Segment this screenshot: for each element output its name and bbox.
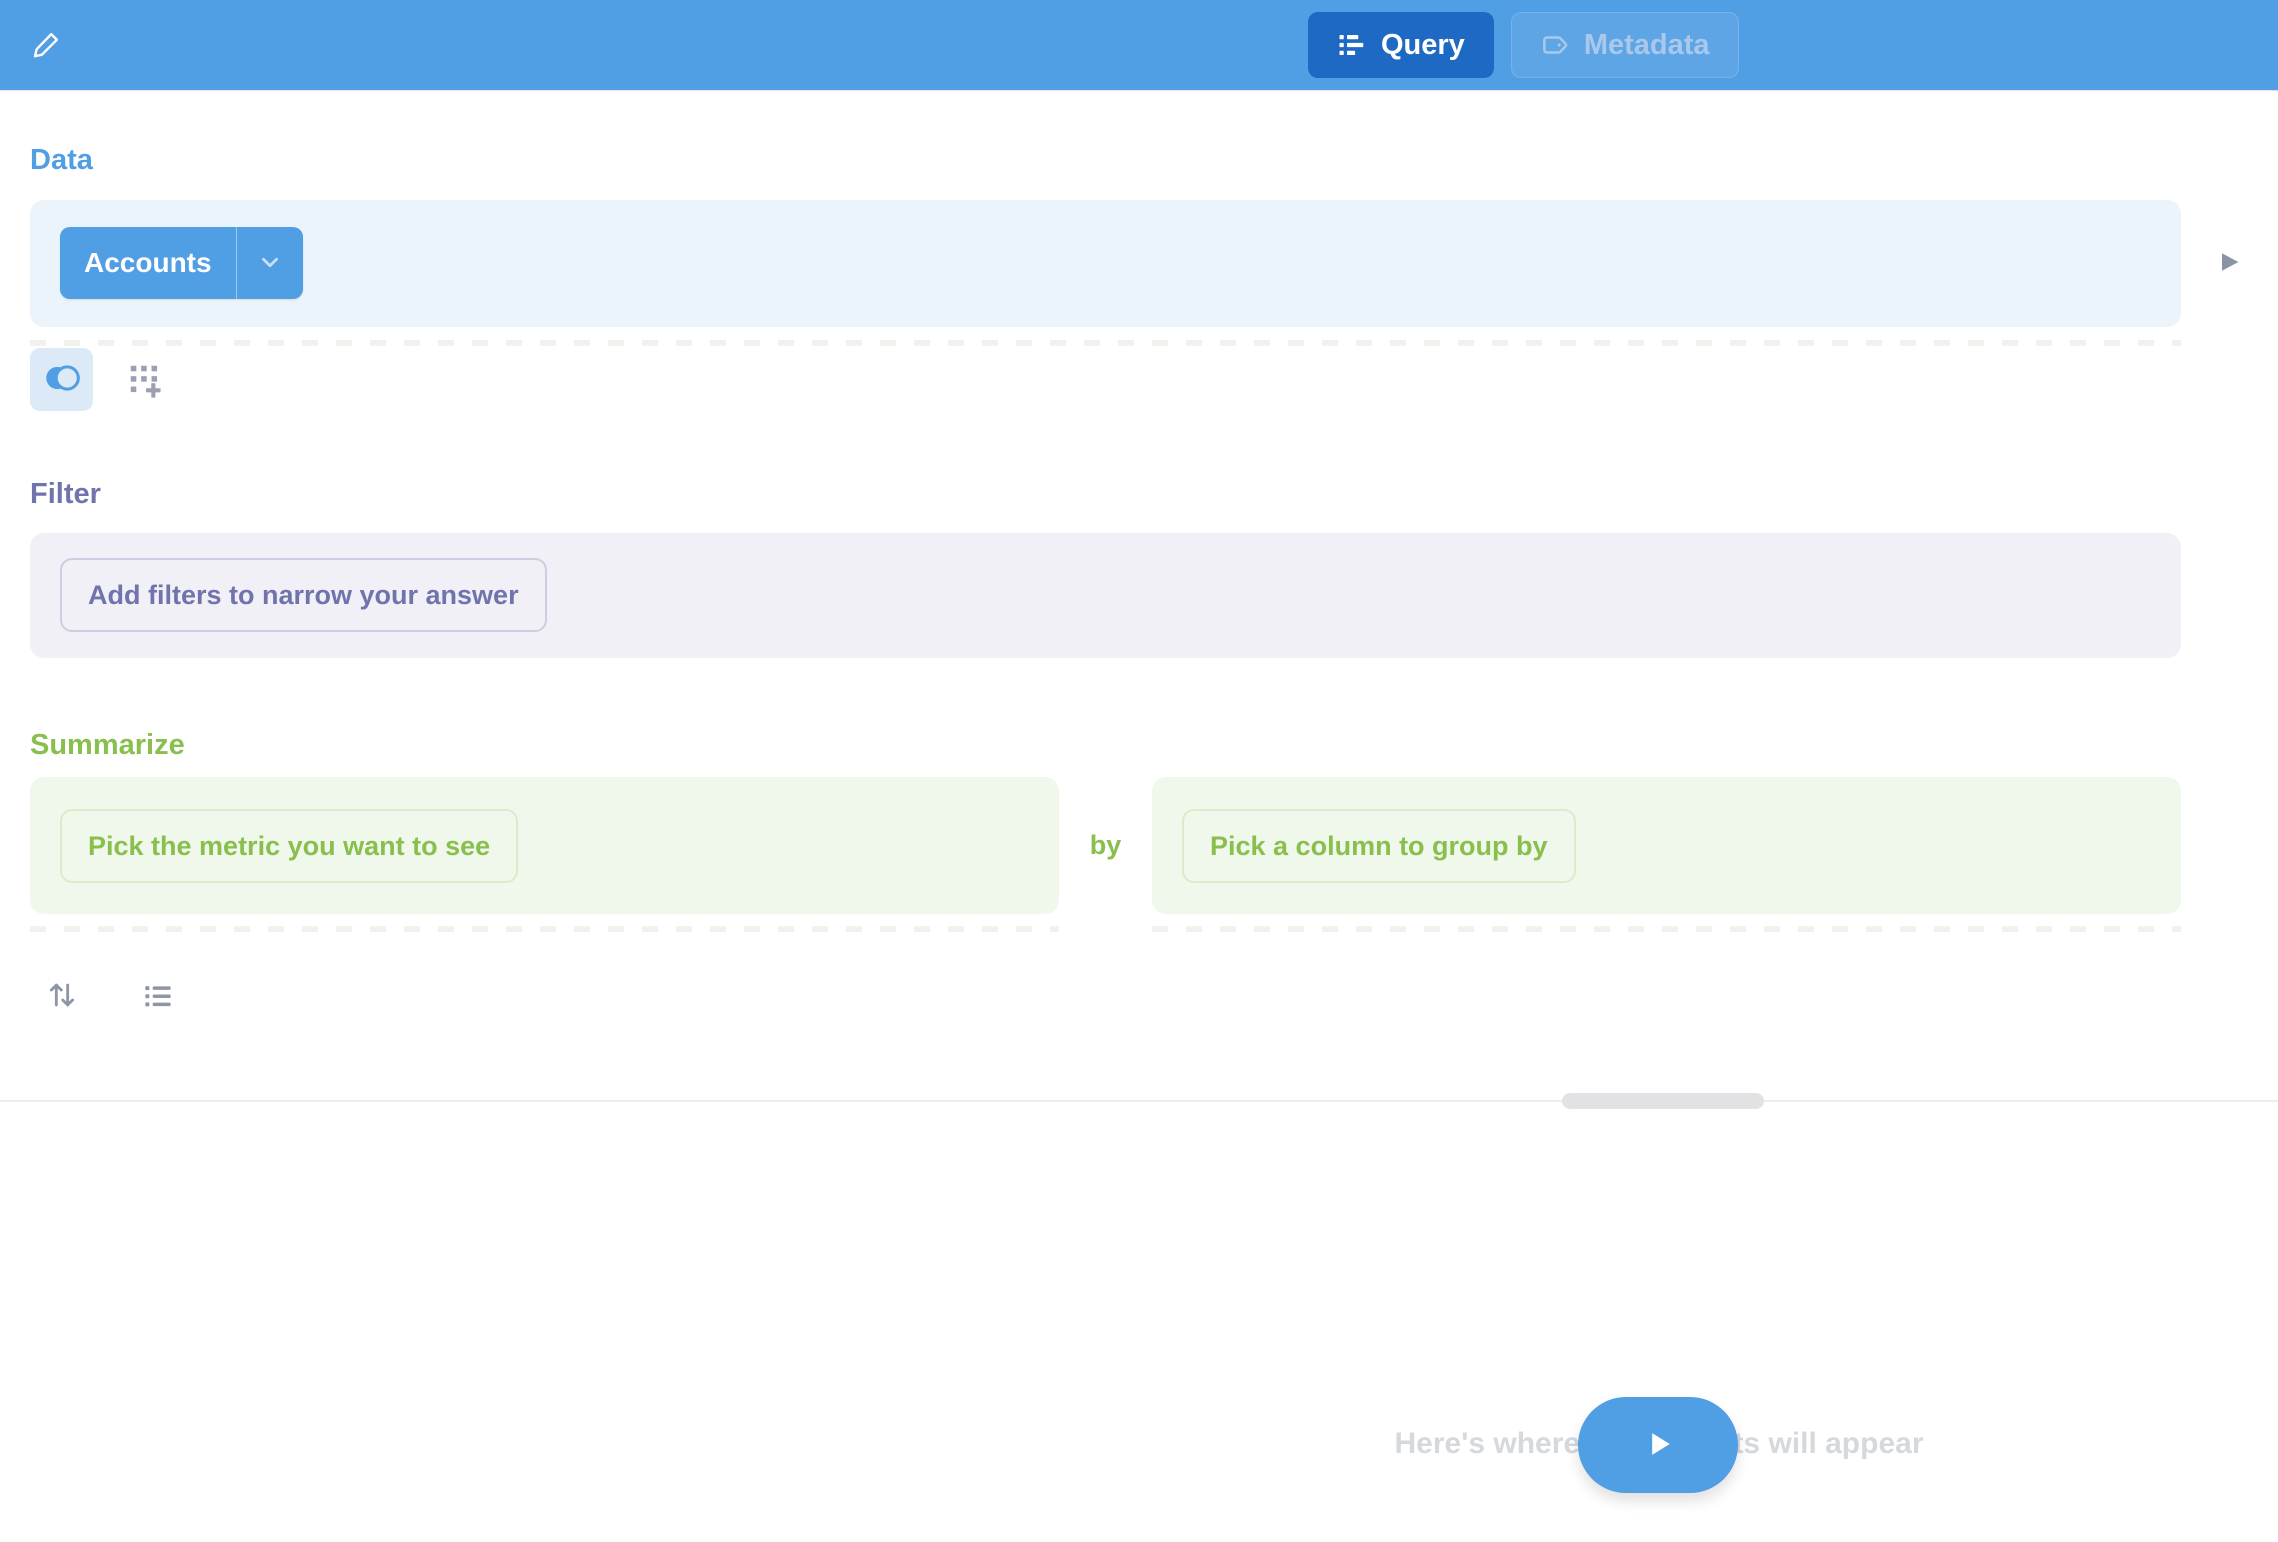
pick-group-column-button[interactable]: Pick a column to group by — [1182, 809, 1576, 883]
drop-target-dashes — [30, 926, 1059, 932]
sort-step-button[interactable] — [44, 978, 80, 1014]
tab-metadata-label: Metadata — [1584, 29, 1710, 62]
top-header-bar: Query Metadata — [0, 0, 2278, 90]
data-source-button[interactable]: Accounts — [60, 227, 303, 299]
filter-section-container: Add filters to narrow your answer — [30, 533, 2181, 658]
sort-icon — [45, 1000, 79, 1015]
pencil-icon — [31, 48, 63, 63]
tab-metadata[interactable]: Metadata — [1511, 12, 1739, 78]
data-section-title: Data — [30, 144, 93, 177]
view-switcher: Query Metadata — [1308, 12, 1739, 78]
chevron-down-icon — [257, 249, 283, 278]
custom-column-icon — [128, 363, 164, 402]
data-section-container: Accounts — [30, 200, 2181, 327]
row-limit-button[interactable] — [140, 979, 176, 1015]
data-source-chevron[interactable] — [237, 227, 303, 299]
filter-section-title: Filter — [30, 478, 101, 511]
edit-title-button[interactable] — [30, 28, 64, 62]
join-data-button[interactable] — [30, 348, 93, 411]
drop-target-dashes — [1152, 926, 2181, 932]
summarize-groupby-container: Pick a column to group by — [1152, 777, 2181, 914]
tag-icon — [1540, 30, 1570, 60]
group-by-connector-label: by — [1059, 830, 1152, 861]
row-limit-icon — [142, 1000, 174, 1015]
data-source-label: Accounts — [60, 227, 236, 299]
summarize-section-title: Summarize — [30, 729, 185, 762]
notebook-list-icon — [1337, 30, 1367, 60]
tab-query-label: Query — [1381, 29, 1465, 62]
preview-step-button[interactable] — [2212, 246, 2246, 280]
run-query-button[interactable] — [1578, 1397, 1738, 1493]
pick-metric-button[interactable]: Pick the metric you want to see — [60, 809, 518, 883]
preview-play-icon — [2215, 264, 2243, 279]
add-filters-button[interactable]: Add filters to narrow your answer — [60, 558, 547, 632]
join-icon — [41, 357, 83, 402]
custom-column-button[interactable] — [126, 362, 166, 402]
run-play-icon — [1638, 1424, 1678, 1467]
panel-divider — [0, 1100, 2278, 1102]
panel-resize-handle[interactable] — [1562, 1093, 1764, 1109]
tab-query[interactable]: Query — [1308, 12, 1494, 78]
summarize-metric-container: Pick the metric you want to see — [30, 777, 1059, 914]
drop-target-dashes — [30, 340, 2181, 346]
